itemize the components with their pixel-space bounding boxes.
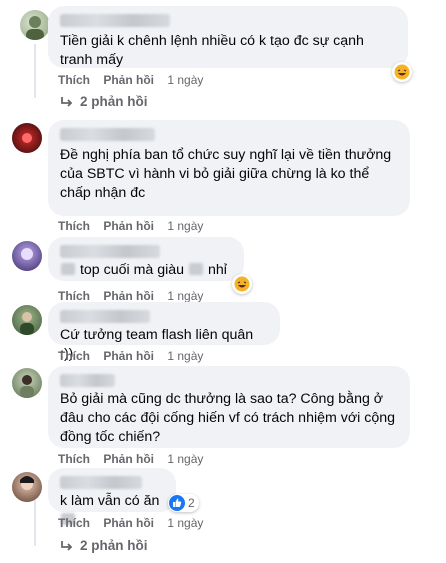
thread-line (34, 500, 36, 546)
thread-line (34, 44, 36, 98)
comment-text: Tiền giải k chênh lệnh nhiều có k tạo đc… (60, 33, 364, 68)
reaction-count: 2 (188, 496, 195, 510)
comment-actions: Thích Phản hồi 1 ngày (58, 219, 203, 233)
comment-actions: Thích Phản hồi 1 ngày (58, 73, 203, 87)
view-replies-link[interactable]: 2 phản hồi (60, 538, 148, 553)
comment-text: Đề nghị phía ban tổ chức suy nghĩ lại về… (60, 147, 392, 201)
like-button[interactable]: Thích (58, 289, 90, 303)
avatar-image (20, 312, 34, 335)
reply-button[interactable]: Phản hồi (103, 349, 154, 363)
author-name-redacted[interactable] (60, 14, 170, 27)
author-name-redacted[interactable] (60, 128, 155, 141)
avatar[interactable] (20, 10, 50, 40)
avatar[interactable] (12, 472, 42, 502)
redacted-text (189, 263, 204, 275)
author-name-redacted[interactable] (60, 310, 150, 323)
like-button[interactable]: Thích (58, 219, 90, 233)
timestamp[interactable]: 1 ngày (167, 73, 203, 87)
avatar-image (21, 248, 33, 260)
haha-icon[interactable] (232, 274, 252, 294)
avatar-image (20, 476, 34, 490)
view-replies-link[interactable]: 2 phản hồi (60, 94, 148, 109)
comment-bubble: top cuối mà giàu nhỉ (48, 237, 244, 281)
like-button[interactable]: Thích (58, 73, 90, 87)
timestamp[interactable]: 1 ngày (167, 219, 203, 233)
comment-bubble: Tiền giải k chênh lệnh nhiều có k tạo đc… (48, 6, 408, 68)
comment-actions: Thích Phản hồi 1 ngày (58, 349, 203, 363)
like-icon (169, 495, 185, 511)
comment-actions: Thích Phản hồi 1 ngày (58, 516, 203, 530)
timestamp[interactable]: 1 ngày (167, 289, 203, 303)
replies-count-label: 2 phản hồi (80, 94, 148, 109)
author-name-redacted[interactable] (60, 374, 115, 387)
timestamp[interactable]: 1 ngày (167, 516, 203, 530)
comment-bubble: Đề nghị phía ban tổ chức suy nghĩ lại về… (48, 120, 410, 216)
avatar-image (26, 16, 44, 40)
avatar[interactable] (12, 241, 42, 271)
like-button[interactable]: Thích (58, 516, 90, 530)
like-button[interactable]: Thích (58, 452, 90, 466)
like-button[interactable]: Thích (58, 349, 90, 363)
reply-arrow-icon (61, 540, 73, 551)
reply-button[interactable]: Phản hồi (103, 516, 154, 530)
comment-actions: Thích Phản hồi 1 ngày (58, 452, 203, 466)
comment-text: top cuối mà giàu nhỉ (60, 261, 232, 280)
reaction-summary[interactable]: 2 (168, 494, 199, 512)
avatar[interactable] (12, 368, 42, 398)
comment-bubble: Bỏ giải mà cũng dc thưởng là sao ta? Côn… (48, 366, 410, 448)
timestamp[interactable]: 1 ngày (167, 349, 203, 363)
redacted-text (61, 263, 75, 275)
comment-bubble: k làm vẫn có ăn (48, 468, 176, 525)
avatar[interactable] (12, 123, 42, 153)
reply-button[interactable]: Phản hồi (103, 289, 154, 303)
avatar[interactable] (12, 305, 42, 335)
avatar-image (20, 375, 34, 398)
reply-arrow-icon (61, 96, 73, 107)
haha-icon[interactable] (392, 62, 412, 82)
comment-text: Bỏ giải mà cũng dc thưởng là sao ta? Côn… (60, 391, 396, 445)
timestamp[interactable]: 1 ngày (167, 452, 203, 466)
author-name-redacted[interactable] (60, 476, 142, 489)
comment-bubble: Cứ tưởng team flash liên quân :)) (48, 302, 280, 362)
replies-count-label: 2 phản hồi (80, 538, 148, 553)
reply-button[interactable]: Phản hồi (103, 219, 154, 233)
comment-actions: Thích Phản hồi 1 ngày (58, 289, 203, 303)
avatar-image (22, 133, 32, 143)
author-name-redacted[interactable] (60, 245, 160, 258)
reply-button[interactable]: Phản hồi (103, 73, 154, 87)
reply-button[interactable]: Phản hồi (103, 452, 154, 466)
